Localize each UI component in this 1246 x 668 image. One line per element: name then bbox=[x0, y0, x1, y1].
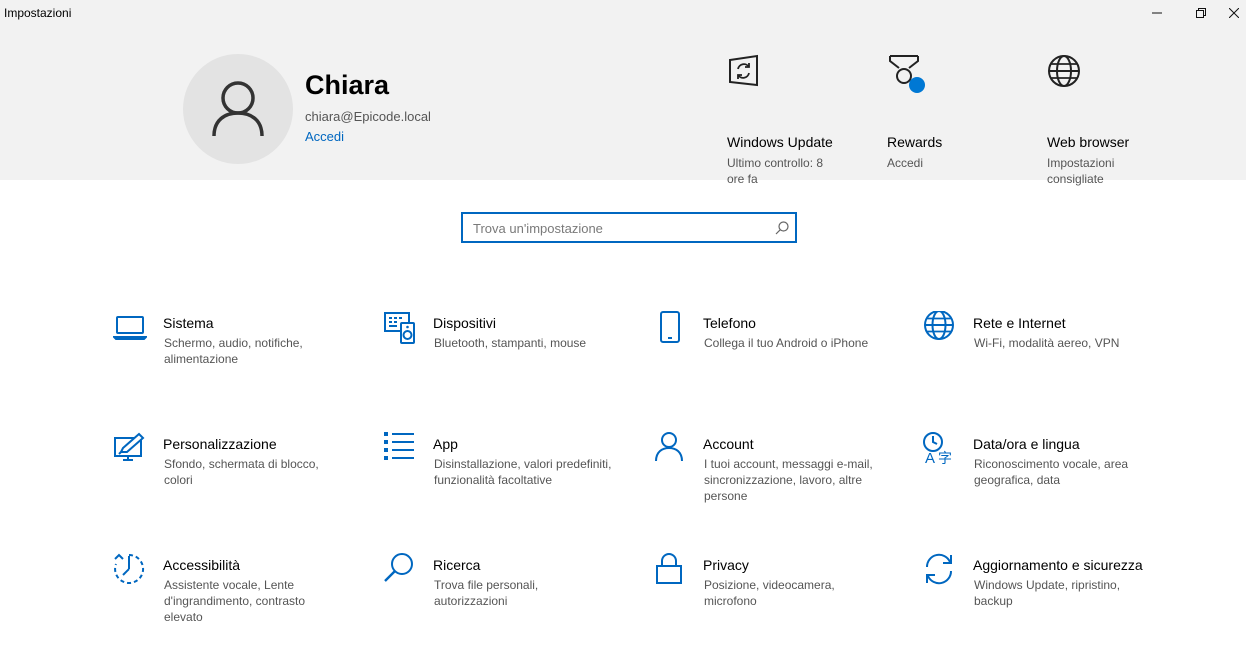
category-title: Aggiornamento e sicurezza bbox=[973, 557, 1143, 573]
search-icon bbox=[384, 553, 413, 582]
category-description: Schermo, audio, notifiche, alimentazione bbox=[164, 336, 303, 366]
category-account[interactable]: Account I tuoi account, messaggi e-mail,… bbox=[653, 432, 883, 522]
category-description: Wi-Fi, modalità aereo, VPN bbox=[974, 336, 1120, 350]
globe-icon bbox=[1048, 55, 1080, 87]
category-rete-internet[interactable]: Rete e Internet Wi-Fi, modalità aereo, V… bbox=[923, 311, 1153, 401]
category-data-ora-lingua[interactable]: A 字 Data/ora e lingua Riconoscimento voc… bbox=[923, 432, 1153, 522]
category-privacy[interactable]: Privacy Posizione, videocamera, microfon… bbox=[653, 553, 883, 643]
search-box[interactable] bbox=[461, 212, 797, 243]
phone-icon bbox=[660, 311, 680, 343]
category-title: Data/ora e lingua bbox=[973, 436, 1080, 452]
minimize-button[interactable] bbox=[1134, 0, 1180, 26]
category-title: Ricerca bbox=[433, 557, 481, 573]
signin-link[interactable]: Accedi bbox=[305, 129, 344, 144]
user-avatar-icon bbox=[212, 81, 264, 137]
globe-icon bbox=[924, 311, 954, 340]
category-sistema[interactable]: Sistema Schermo, audio, notifiche, alime… bbox=[113, 311, 343, 401]
windows-update-icon bbox=[729, 54, 758, 87]
category-description: Sfondo, schermata di blocco, colori bbox=[164, 457, 319, 487]
category-description: Assistente vocale, Lente d'ingrandimento… bbox=[164, 578, 306, 624]
window-title: Impostazioni bbox=[4, 6, 72, 20]
rewards-icon bbox=[889, 55, 925, 93]
category-app[interactable]: App Disinstallazione, valori predefiniti… bbox=[383, 432, 613, 522]
header-banner: Chiara chiara@Epicode.local Accedi Windo… bbox=[0, 26, 1246, 186]
category-title: Privacy bbox=[703, 557, 749, 573]
quick-link-title: Rewards bbox=[887, 134, 943, 150]
avatar[interactable] bbox=[183, 54, 293, 164]
personalization-icon bbox=[114, 432, 145, 461]
search-input[interactable] bbox=[473, 219, 763, 237]
category-title: App bbox=[433, 436, 458, 452]
category-description: Collega il tuo Android o iPhone bbox=[704, 336, 869, 350]
category-title: Rete e Internet bbox=[973, 315, 1066, 331]
search-icon bbox=[775, 221, 789, 235]
category-title: Telefono bbox=[703, 315, 756, 331]
category-accessibilita[interactable]: Accessibilità Assistente vocale, Lente d… bbox=[113, 553, 343, 643]
category-description: Bluetooth, stampanti, mouse bbox=[434, 336, 587, 350]
accessibility-icon bbox=[114, 553, 145, 584]
category-description: Trova file personali, autorizzazioni bbox=[434, 578, 539, 608]
category-title: Sistema bbox=[163, 315, 214, 331]
category-dispositivi[interactable]: Dispositivi Bluetooth, stampanti, mouse bbox=[383, 311, 613, 401]
sync-icon bbox=[925, 553, 953, 585]
category-title: Account bbox=[703, 436, 754, 452]
category-description: Riconoscimento vocale, area geografica, … bbox=[974, 457, 1129, 487]
category-description: Disinstallazione, valori predefiniti, fu… bbox=[434, 457, 612, 487]
quick-link-title: Web browser bbox=[1047, 134, 1130, 150]
time-language-icon: A 字 bbox=[923, 432, 952, 466]
lock-icon bbox=[656, 553, 682, 584]
category-description: Posizione, videocamera, microfono bbox=[704, 578, 835, 608]
quick-link-subtitle: Accedi bbox=[887, 156, 924, 170]
restore-icon bbox=[1196, 8, 1206, 18]
maximize-button[interactable] bbox=[1178, 0, 1224, 26]
quick-link-subtitle: Impostazioni consigliate bbox=[1047, 156, 1115, 186]
title-bar: Impostazioni bbox=[0, 0, 1246, 26]
category-title: Accessibilità bbox=[163, 557, 241, 573]
devices-icon bbox=[384, 312, 415, 344]
laptop-icon bbox=[113, 316, 147, 340]
category-telefono[interactable]: Telefono Collega il tuo Android o iPhone bbox=[653, 311, 883, 401]
apps-list-icon bbox=[384, 432, 414, 460]
close-button[interactable] bbox=[1222, 0, 1246, 26]
category-title: Dispositivi bbox=[433, 315, 497, 331]
category-ricerca[interactable]: Ricerca Trova file personali, autorizzaz… bbox=[383, 553, 613, 643]
minimize-icon bbox=[1152, 12, 1162, 14]
category-description: I tuoi account, messaggi e-mail, sincron… bbox=[704, 457, 873, 503]
category-personalizzazione[interactable]: Personalizzazione Sfondo, schermata di b… bbox=[113, 432, 343, 522]
user-name: Chiara bbox=[305, 70, 390, 100]
user-email: chiara@Epicode.local bbox=[305, 109, 431, 124]
quick-link-title: Windows Update bbox=[727, 134, 833, 150]
svg-text:A: A bbox=[925, 450, 935, 466]
quick-link-subtitle: Ultimo controllo: 8 ore fa bbox=[727, 156, 824, 186]
svg-text:字: 字 bbox=[938, 451, 952, 466]
category-aggiornamento-sicurezza[interactable]: Aggiornamento e sicurezza Windows Update… bbox=[923, 553, 1153, 643]
person-icon bbox=[655, 432, 683, 462]
close-icon bbox=[1229, 8, 1239, 18]
category-description: Windows Update, ripristino, backup bbox=[974, 578, 1121, 608]
category-title: Personalizzazione bbox=[163, 436, 277, 452]
